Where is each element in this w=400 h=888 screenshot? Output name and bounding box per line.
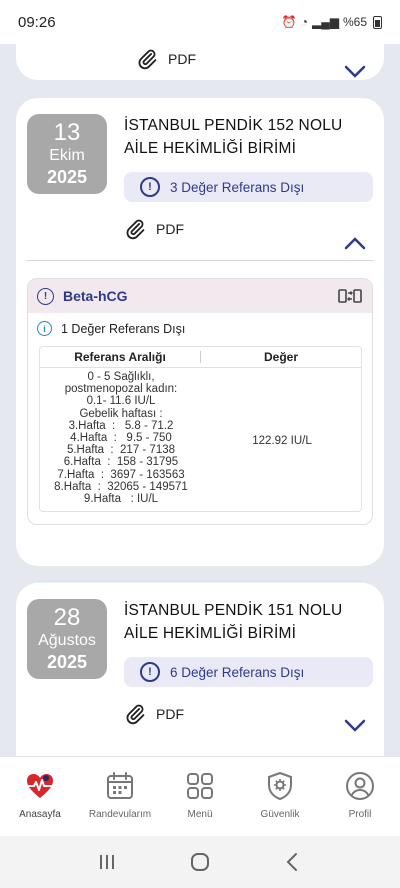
heart-logo-icon [26, 774, 54, 798]
nav-label: Menü [187, 809, 213, 820]
date-badge: 28 Ağustos 2025 [27, 599, 107, 679]
system-nav-bar [0, 836, 400, 888]
record-card-oct[interactable]: 13 Ekim 2025 İSTANBUL PENDİK 152 NOLU Aİ… [16, 98, 384, 611]
date-year: 2025 [46, 652, 88, 672]
status-icons: ⏰ ◔ ▂▄▆ %65 [282, 15, 382, 29]
date-badge: 13 Ekim 2025 [27, 114, 107, 194]
nav-item-home[interactable]: Anasayfa [0, 757, 80, 836]
nav-item-menu[interactable]: Menü [160, 757, 240, 836]
institution-name: İSTANBUL PENDİK 151 NOLU AİLE HEKİMLİĞİ … [124, 602, 343, 642]
pdf-label: PDF [156, 221, 184, 237]
date-month: Ekim [49, 147, 85, 164]
status-time: 09:26 [18, 13, 56, 31]
chevron-down-icon[interactable] [344, 719, 366, 733]
divider [26, 260, 374, 261]
grid-icon [187, 773, 213, 799]
wifi-icon: ◔ [300, 15, 308, 29]
info-icon: ! [140, 662, 160, 682]
signal-icon: ▂▄▆ [312, 15, 339, 29]
institution-name: İSTANBUL PENDİK 152 NOLU AİLE HEKİMLİĞİ … [124, 117, 343, 157]
nav-item-profile[interactable]: Profil [320, 757, 400, 836]
date-day: 28 [53, 604, 81, 631]
date-year: 2025 [46, 167, 88, 187]
records-list[interactable]: PDF 13 Ekim 2025 İSTANBUL PENDİK 152 NOL… [0, 44, 400, 756]
test-result-card[interactable]: ! Beta-hCG i 1 Değer Referans Dışı Refer… [27, 278, 373, 525]
back-icon[interactable] [282, 851, 304, 873]
test-info: i 1 Değer Referans Dışı [37, 321, 185, 336]
calendar-icon [107, 772, 133, 799]
nav-label: Anasayfa [19, 809, 61, 820]
pdf-link[interactable]: PDF [124, 703, 184, 725]
out-of-range-text: 3 Değer Referans Dışı [170, 179, 305, 195]
test-header[interactable]: ! Beta-hCG [28, 279, 372, 313]
user-icon [346, 772, 374, 800]
date-day: 13 [53, 119, 81, 146]
nav-item-appointments[interactable]: Randevularım [80, 757, 160, 836]
out-of-range-text: 6 Değer Referans Dışı [170, 664, 305, 680]
pdf-label: PDF [156, 706, 184, 722]
chevron-up-icon[interactable] [344, 236, 366, 250]
reference-table: Referans Aralığı Değer 0 - 5 Sağlıklı, p… [39, 346, 362, 512]
column-header-reference: Referans Aralığı [74, 350, 166, 364]
recent-apps-icon[interactable] [96, 851, 118, 873]
status-bar: 09:26 ⏰ ◔ ▂▄▆ %65 [0, 0, 400, 44]
info-icon: i [37, 321, 52, 336]
out-of-range-badge[interactable]: ! 6 Değer Referans Dışı [124, 657, 373, 687]
info-icon: ! [37, 287, 54, 305]
nav-label: Güvenlik [260, 809, 300, 820]
value-cell: 122.92 IU/L [252, 435, 312, 447]
shield-gear-icon [268, 771, 292, 801]
record-card-previous[interactable]: PDF [16, 44, 384, 80]
compare-icon[interactable] [338, 288, 362, 304]
record-card-aug[interactable]: 28 Ağustos 2025 İSTANBUL PENDİK 151 NOLU… [16, 583, 384, 756]
battery-icon [373, 15, 382, 29]
test-name: Beta-hCG [63, 288, 128, 304]
out-of-range-badge[interactable]: ! 3 Değer Referans Dışı [124, 172, 373, 202]
nav-label: Profil [348, 809, 372, 820]
paperclip-icon [138, 49, 157, 70]
pdf-link[interactable]: PDF [124, 218, 184, 240]
bottom-nav: Anasayfa Randevularım Menü Güvenlik Prof… [0, 756, 400, 836]
column-header-value: Değer [263, 350, 298, 364]
nav-label: Randevularım [88, 809, 152, 820]
paperclip-icon [126, 704, 145, 725]
nav-item-security[interactable]: Güvenlik [240, 757, 320, 836]
paperclip-icon [126, 219, 145, 240]
date-month: Ağustos [38, 632, 96, 649]
battery-percent: %65 [342, 15, 367, 29]
info-icon: ! [140, 177, 160, 197]
chevron-down-icon[interactable] [344, 65, 366, 79]
alarm-icon: ⏰ [281, 15, 297, 29]
pdf-link[interactable]: PDF [136, 48, 196, 70]
reference-range-cell: 0 - 5 Sağlıklı, postmenopozal kadın: 0.1… [54, 371, 188, 506]
home-button-icon[interactable] [189, 851, 211, 873]
test-info-text: 1 Değer Referans Dışı [61, 321, 186, 336]
pdf-label: PDF [168, 51, 196, 67]
table-header: Referans Aralığı Değer [40, 347, 361, 368]
